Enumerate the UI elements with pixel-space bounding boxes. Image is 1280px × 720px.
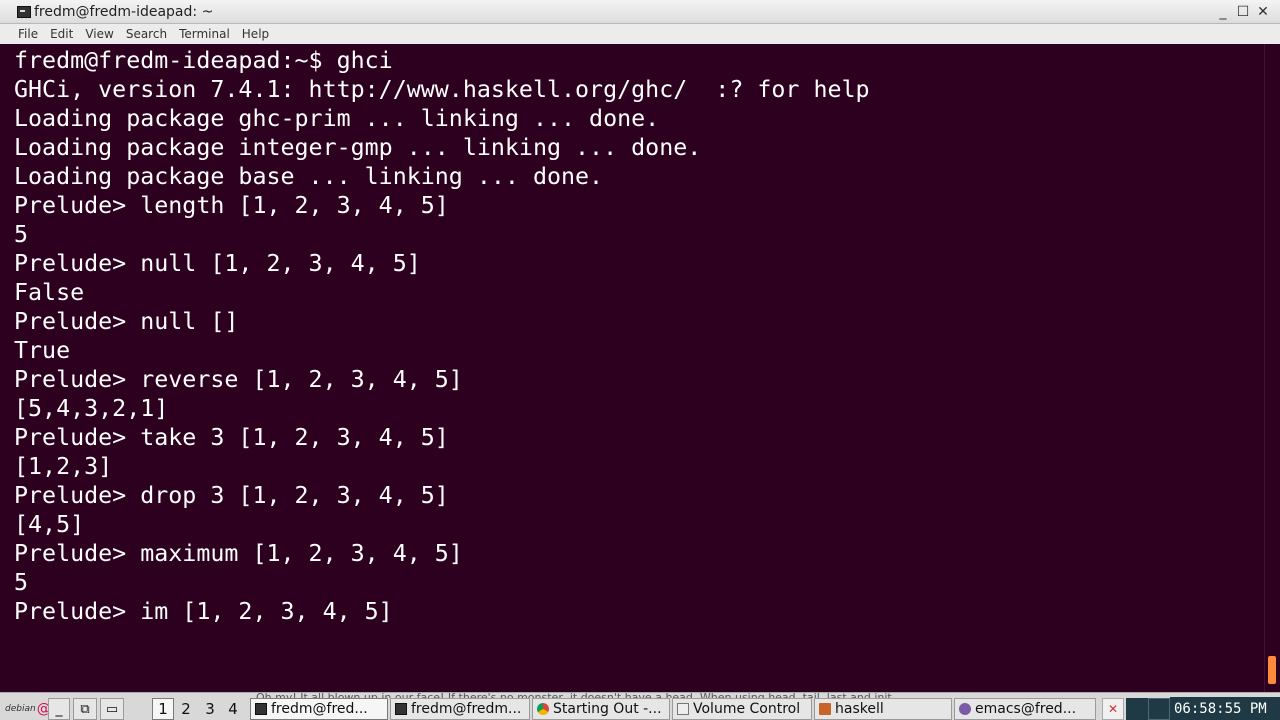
tray-monitor-icon[interactable]: [1148, 698, 1170, 720]
terminal-line: True: [14, 337, 71, 364]
terminal-line: Prelude> reverse [1, 2, 3, 4, 5]: [14, 366, 463, 393]
terminal-line: [5,4,3,2,1]: [14, 395, 169, 422]
menu-terminal[interactable]: Terminal: [173, 27, 236, 41]
chrome-icon: [537, 703, 549, 715]
desktop-4[interactable]: 4: [222, 698, 244, 720]
menu-view[interactable]: View: [79, 27, 119, 41]
terminal-line: Loading package integer-gmp ... linking …: [14, 134, 702, 161]
volume-icon: [677, 703, 689, 715]
taskbar: Oh my! It all blown up in our face! If t…: [0, 692, 1280, 720]
terminal-line: Prelude> null []: [14, 308, 239, 335]
desktop-label: 1: [158, 700, 168, 718]
window-title: fredm@fredm-ideapad: ~: [34, 3, 214, 20]
window-list-button[interactable]: ⧉: [73, 698, 97, 720]
task-terminal-1[interactable]: fredm@fred...: [250, 698, 388, 720]
terminal-line: Prelude> take 3 [1, 2, 3, 4, 5]: [14, 424, 449, 451]
tray-close-icon[interactable]: ✕: [1102, 698, 1124, 720]
monitor-icon: ▭: [105, 701, 119, 717]
terminal-line: Prelude> length [1, 2, 3, 4, 5]: [14, 192, 449, 219]
terminal-prompt-line: Prelude> im [1, 2, 3, 4, 5]: [14, 598, 393, 625]
terminal-area[interactable]: fredm@fredm-ideapad:~$ ghci GHCi, versio…: [0, 44, 1280, 692]
terminal-output: fredm@fredm-ideapad:~$ ghci GHCi, versio…: [14, 46, 870, 626]
scrollbar-thumb[interactable]: [1268, 656, 1276, 684]
terminal-line: False: [14, 279, 85, 306]
tray-blank-icon[interactable]: [1126, 698, 1148, 720]
terminal-line: 5: [14, 569, 29, 596]
terminal-line: [1,2,3]: [14, 453, 113, 480]
folder-icon: [819, 703, 831, 715]
menu-help[interactable]: Help: [236, 27, 275, 41]
emacs-icon: [959, 703, 971, 715]
close-button[interactable]: ✕: [1254, 3, 1272, 20]
task-terminal-2[interactable]: fredm@fredm...: [390, 698, 530, 720]
terminal-line: fredm@fredm-ideapad:~$ ghci: [14, 47, 393, 74]
terminal-line: Prelude> null [1, 2, 3, 4, 5]: [14, 250, 421, 277]
minimize-all-button[interactable]: _: [48, 698, 70, 720]
task-label: Volume Control: [693, 701, 801, 717]
desktop-label: 4: [228, 700, 238, 718]
desktop-1[interactable]: 1: [152, 698, 174, 720]
terminal-icon: [395, 703, 407, 715]
task-label: Starting Out -...: [553, 701, 662, 717]
desktop-label: 2: [181, 700, 191, 718]
desktop-label: 3: [205, 700, 215, 718]
terminal-scrollbar[interactable]: [1264, 44, 1280, 692]
window-controls: _ ☐ ✕: [1214, 3, 1272, 20]
show-desktop-button[interactable]: ▭: [100, 698, 124, 720]
task-label: emacs@fred...: [975, 701, 1077, 717]
maximize-button[interactable]: ☐: [1234, 3, 1252, 20]
task-label: fredm@fred...: [271, 701, 368, 717]
desktop-2[interactable]: 2: [175, 698, 197, 720]
menu-file[interactable]: File: [12, 27, 44, 41]
terminal-line: [4,5]: [14, 511, 85, 538]
menu-search[interactable]: Search: [120, 27, 173, 41]
terminal-line: GHCi, version 7.4.1: http://www.haskell.…: [14, 76, 870, 103]
task-label: haskell: [835, 701, 884, 717]
terminal-icon: [17, 5, 31, 18]
task-emacs[interactable]: emacs@fred...: [954, 698, 1096, 720]
terminal-line: Prelude> maximum [1, 2, 3, 4, 5]: [14, 540, 463, 567]
debian-menu-button[interactable]: debian @: [0, 698, 50, 720]
task-label: fredm@fredm...: [411, 701, 522, 717]
task-browser[interactable]: Starting Out -...: [532, 698, 670, 720]
terminal-line: 5: [14, 221, 29, 248]
debian-label: debian: [5, 704, 36, 714]
minimize-icon: _: [55, 701, 63, 717]
task-volume-control[interactable]: Volume Control: [672, 698, 812, 720]
clock[interactable]: 06:58:55 PM: [1170, 697, 1280, 720]
terminal-line: Prelude> drop 3 [1, 2, 3, 4, 5]: [14, 482, 449, 509]
desktop-3[interactable]: 3: [199, 698, 221, 720]
terminal-icon: [255, 703, 267, 715]
terminal-line: Loading package base ... linking ... don…: [14, 163, 604, 190]
windows-icon: ⧉: [80, 701, 90, 717]
terminal-line: Loading package ghc-prim ... linking ...…: [14, 105, 660, 132]
task-file-manager[interactable]: haskell: [814, 698, 952, 720]
menu-bar: File Edit View Search Terminal Help: [0, 24, 1280, 44]
window-titlebar[interactable]: fredm@fredm-ideapad: ~ _ ☐ ✕: [0, 0, 1280, 24]
menu-edit[interactable]: Edit: [44, 27, 79, 41]
minimize-button[interactable]: _: [1214, 3, 1232, 20]
